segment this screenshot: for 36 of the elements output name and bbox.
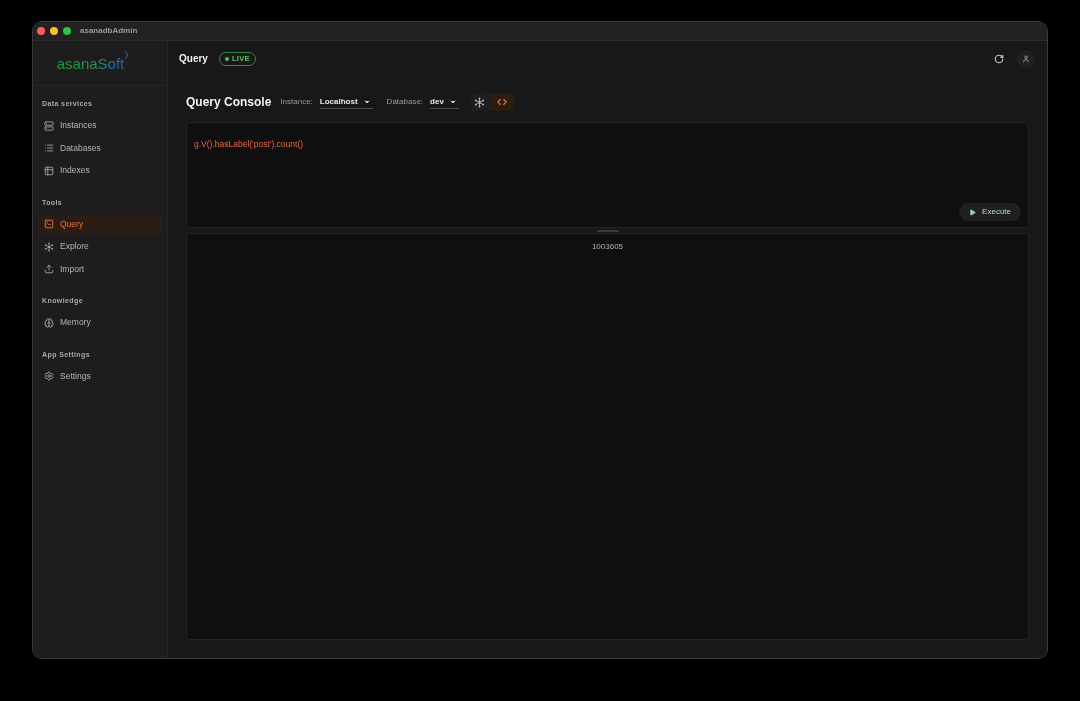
brain-icon [44,317,54,328]
refresh-icon [994,53,1004,64]
list-icon [44,143,54,153]
database-dropdown[interactable]: dev [430,95,459,109]
terminal-icon [44,219,54,229]
hub-icon [474,96,486,108]
page-title: Query [179,52,208,66]
sidebar-item[interactable]: Indexes [38,161,162,180]
instance-label: Instance: [280,96,313,108]
result-value: 1003605 [591,241,624,253]
server-icon [44,120,54,131]
settings-icon [44,371,54,381]
window-title: asanadbAdmin [80,25,138,37]
execute-button[interactable]: Execute [959,203,1021,221]
query-input[interactable]: g.V().hasLabel('post').count() [194,138,1021,150]
view-mode-button[interactable] [490,93,514,111]
maximize-icon[interactable] [63,27,71,35]
sidebar-item[interactable]: Query [38,214,162,234]
minimize-icon[interactable] [50,27,58,35]
table-icon [44,165,54,176]
play-icon [969,208,977,216]
code-icon [497,97,508,107]
instance-dropdown[interactable]: Localhost [319,95,373,109]
sidebar-item[interactable]: Databases [38,138,162,158]
sidebar-item[interactable]: Explore [38,237,162,256]
hub-icon [44,241,54,252]
sidebar-item[interactable]: Settings [38,366,162,386]
upload-icon [44,264,54,274]
console-title: Query Console [186,94,272,111]
avatar-button[interactable] [1017,49,1035,68]
close-icon[interactable] [37,27,45,35]
sidebar-item[interactable]: Instances [38,116,162,135]
user-icon [1022,54,1030,63]
database-label: Database: [386,96,424,108]
sidebar-item[interactable]: Import [38,259,162,279]
sidebar-item[interactable]: Memory [38,313,162,332]
